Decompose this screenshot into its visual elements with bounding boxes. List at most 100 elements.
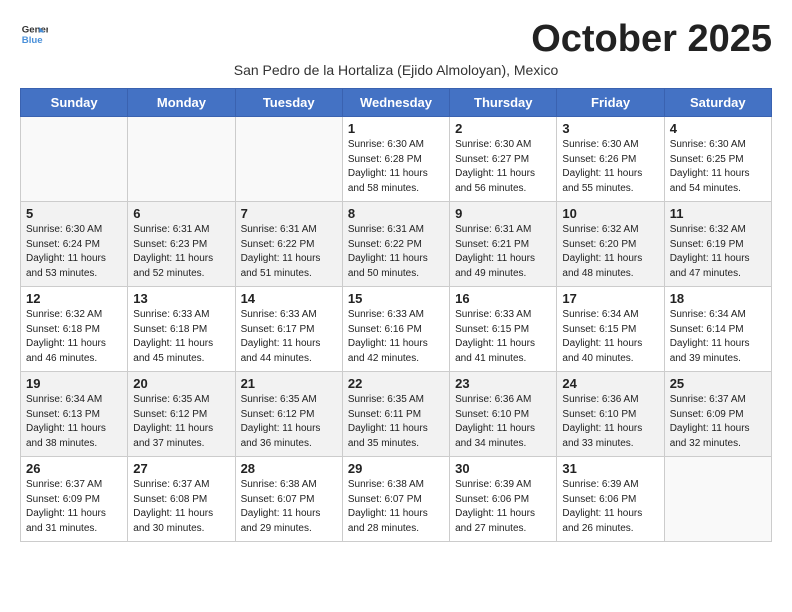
- calendar-cell: 22 Sunrise: 6:35 AMSunset: 6:11 PMDayligh…: [342, 372, 449, 457]
- day-info: Sunrise: 6:34 AMSunset: 6:13 PMDaylight:…: [26, 393, 122, 451]
- day-number: 24: [562, 376, 658, 391]
- day-info: Sunrise: 6:33 AMSunset: 6:16 PMDaylight:…: [348, 308, 444, 366]
- day-info: Sunrise: 6:37 AMSunset: 6:09 PMDaylight:…: [670, 393, 766, 451]
- day-info: Sunrise: 6:37 AMSunset: 6:09 PMDaylight:…: [26, 478, 122, 536]
- day-number: 17: [562, 291, 658, 306]
- day-info: Sunrise: 6:30 AMSunset: 6:28 PMDaylight:…: [348, 138, 444, 196]
- day-info: Sunrise: 6:35 AMSunset: 6:12 PMDaylight:…: [241, 393, 337, 451]
- day-number: 27: [133, 461, 229, 476]
- day-number: 13: [133, 291, 229, 306]
- calendar-cell: 12 Sunrise: 6:32 AMSunset: 6:18 PMDayligh…: [21, 287, 128, 372]
- day-info: Sunrise: 6:34 AMSunset: 6:14 PMDaylight:…: [670, 308, 766, 366]
- calendar-cell: [21, 117, 128, 202]
- day-number: 1: [348, 121, 444, 136]
- day-number: 11: [670, 206, 766, 221]
- day-number: 8: [348, 206, 444, 221]
- calendar-cell: 9 Sunrise: 6:31 AMSunset: 6:21 PMDaylight…: [450, 202, 557, 287]
- day-number: 10: [562, 206, 658, 221]
- day-number: 3: [562, 121, 658, 136]
- day-number: 14: [241, 291, 337, 306]
- day-number: 28: [241, 461, 337, 476]
- day-number: 15: [348, 291, 444, 306]
- calendar-cell: 8 Sunrise: 6:31 AMSunset: 6:22 PMDaylight…: [342, 202, 449, 287]
- day-info: Sunrise: 6:38 AMSunset: 6:07 PMDaylight:…: [241, 478, 337, 536]
- calendar-cell: 17 Sunrise: 6:34 AMSunset: 6:15 PMDayligh…: [557, 287, 664, 372]
- calendar-cell: 26 Sunrise: 6:37 AMSunset: 6:09 PMDayligh…: [21, 457, 128, 542]
- calendar-cell: 2 Sunrise: 6:30 AMSunset: 6:27 PMDaylight…: [450, 117, 557, 202]
- calendar-cell: 30Sunrise: 6:39 AMSunset: 6:06 PMDayligh…: [450, 457, 557, 542]
- month-title: October 2025: [531, 20, 772, 58]
- calendar-cell: 4Sunrise: 6:30 AMSunset: 6:25 PMDaylight…: [664, 117, 771, 202]
- day-info: Sunrise: 6:30 AMSunset: 6:24 PMDaylight:…: [26, 223, 122, 281]
- logo-icon: General Blue: [20, 20, 48, 48]
- calendar-cell: 5 Sunrise: 6:30 AMSunset: 6:24 PMDaylight…: [21, 202, 128, 287]
- calendar-cell: 7 Sunrise: 6:31 AMSunset: 6:22 PMDaylight…: [235, 202, 342, 287]
- day-number: 6: [133, 206, 229, 221]
- calendar-cell: 27 Sunrise: 6:37 AMSunset: 6:08 PMDayligh…: [128, 457, 235, 542]
- day-info: Sunrise: 6:32 AMSunset: 6:20 PMDaylight:…: [562, 223, 658, 281]
- day-info: Sunrise: 6:39 AMSunset: 6:06 PMDaylight:…: [562, 478, 658, 536]
- day-of-week-header: Tuesday: [235, 89, 342, 117]
- calendar-cell: 11 Sunrise: 6:32 AMSunset: 6:19 PMDayligh…: [664, 202, 771, 287]
- calendar-cell: 16 Sunrise: 6:33 AMSunset: 6:15 PMDayligh…: [450, 287, 557, 372]
- day-info: Sunrise: 6:33 AMSunset: 6:15 PMDaylight:…: [455, 308, 551, 366]
- day-number: 26: [26, 461, 122, 476]
- day-of-week-header: Thursday: [450, 89, 557, 117]
- day-info: Sunrise: 6:39 AMSunset: 6:06 PMDaylight:…: [455, 478, 551, 536]
- calendar-cell: 1 Sunrise: 6:30 AMSunset: 6:28 PMDaylight…: [342, 117, 449, 202]
- day-info: Sunrise: 6:31 AMSunset: 6:22 PMDaylight:…: [348, 223, 444, 281]
- calendar-cell: 20 Sunrise: 6:35 AMSunset: 6:12 PMDayligh…: [128, 372, 235, 457]
- day-number: 16: [455, 291, 551, 306]
- day-number: 19: [26, 376, 122, 391]
- subtitle: San Pedro de la Hortaliza (Ejido Almoloy…: [20, 62, 772, 78]
- calendar-cell: 15 Sunrise: 6:33 AMSunset: 6:16 PMDayligh…: [342, 287, 449, 372]
- day-number: 31: [562, 461, 658, 476]
- day-of-week-header: Sunday: [21, 89, 128, 117]
- day-number: 18: [670, 291, 766, 306]
- day-number: 9: [455, 206, 551, 221]
- calendar-cell: 24 Sunrise: 6:36 AMSunset: 6:10 PMDayligh…: [557, 372, 664, 457]
- day-info: Sunrise: 6:33 AMSunset: 6:18 PMDaylight:…: [133, 308, 229, 366]
- day-number: 22: [348, 376, 444, 391]
- calendar-cell: 13 Sunrise: 6:33 AMSunset: 6:18 PMDayligh…: [128, 287, 235, 372]
- calendar-cell: [664, 457, 771, 542]
- day-number: 20: [133, 376, 229, 391]
- calendar-cell: 28 Sunrise: 6:38 AMSunset: 6:07 PMDayligh…: [235, 457, 342, 542]
- logo: General Blue: [20, 20, 48, 48]
- day-number: 5: [26, 206, 122, 221]
- day-number: 2: [455, 121, 551, 136]
- day-info: Sunrise: 6:35 AMSunset: 6:11 PMDaylight:…: [348, 393, 444, 451]
- calendar-cell: 21Sunrise: 6:35 AMSunset: 6:12 PMDayligh…: [235, 372, 342, 457]
- svg-text:General: General: [22, 24, 48, 35]
- day-number: 7: [241, 206, 337, 221]
- day-number: 12: [26, 291, 122, 306]
- day-of-week-header: Monday: [128, 89, 235, 117]
- day-info: Sunrise: 6:30 AMSunset: 6:26 PMDaylight:…: [562, 138, 658, 196]
- day-info: Sunrise: 6:36 AMSunset: 6:10 PMDaylight:…: [562, 393, 658, 451]
- day-number: 25: [670, 376, 766, 391]
- calendar-cell: 3 Sunrise: 6:30 AMSunset: 6:26 PMDaylight…: [557, 117, 664, 202]
- calendar-table: SundayMondayTuesdayWednesdayThursdayFrid…: [20, 88, 772, 542]
- day-number: 23: [455, 376, 551, 391]
- calendar-cell: 31 Sunrise: 6:39 AMSunset: 6:06 PMDayligh…: [557, 457, 664, 542]
- calendar-cell: 18 Sunrise: 6:34 AMSunset: 6:14 PMDayligh…: [664, 287, 771, 372]
- day-info: Sunrise: 6:31 AMSunset: 6:21 PMDaylight:…: [455, 223, 551, 281]
- day-info: Sunrise: 6:31 AMSunset: 6:22 PMDaylight:…: [241, 223, 337, 281]
- day-info: Sunrise: 6:36 AMSunset: 6:10 PMDaylight:…: [455, 393, 551, 451]
- day-info: Sunrise: 6:33 AMSunset: 6:17 PMDaylight:…: [241, 308, 337, 366]
- day-info: Sunrise: 6:35 AMSunset: 6:12 PMDaylight:…: [133, 393, 229, 451]
- calendar-cell: 29Sunrise: 6:38 AMSunset: 6:07 PMDayligh…: [342, 457, 449, 542]
- day-info: Sunrise: 6:34 AMSunset: 6:15 PMDaylight:…: [562, 308, 658, 366]
- day-info: Sunrise: 6:32 AMSunset: 6:18 PMDaylight:…: [26, 308, 122, 366]
- calendar-cell: 19 Sunrise: 6:34 AMSunset: 6:13 PMDayligh…: [21, 372, 128, 457]
- day-info: Sunrise: 6:30 AMSunset: 6:25 PMDaylight:…: [670, 138, 766, 196]
- calendar-cell: 10 Sunrise: 6:32 AMSunset: 6:20 PMDayligh…: [557, 202, 664, 287]
- day-info: Sunrise: 6:30 AMSunset: 6:27 PMDaylight:…: [455, 138, 551, 196]
- day-info: Sunrise: 6:37 AMSunset: 6:08 PMDaylight:…: [133, 478, 229, 536]
- day-info: Sunrise: 6:32 AMSunset: 6:19 PMDaylight:…: [670, 223, 766, 281]
- svg-text:Blue: Blue: [22, 35, 43, 46]
- calendar-cell: [128, 117, 235, 202]
- calendar-cell: 14 Sunrise: 6:33 AMSunset: 6:17 PMDayligh…: [235, 287, 342, 372]
- day-of-week-header: Wednesday: [342, 89, 449, 117]
- calendar-cell: 23 Sunrise: 6:36 AMSunset: 6:10 PMDayligh…: [450, 372, 557, 457]
